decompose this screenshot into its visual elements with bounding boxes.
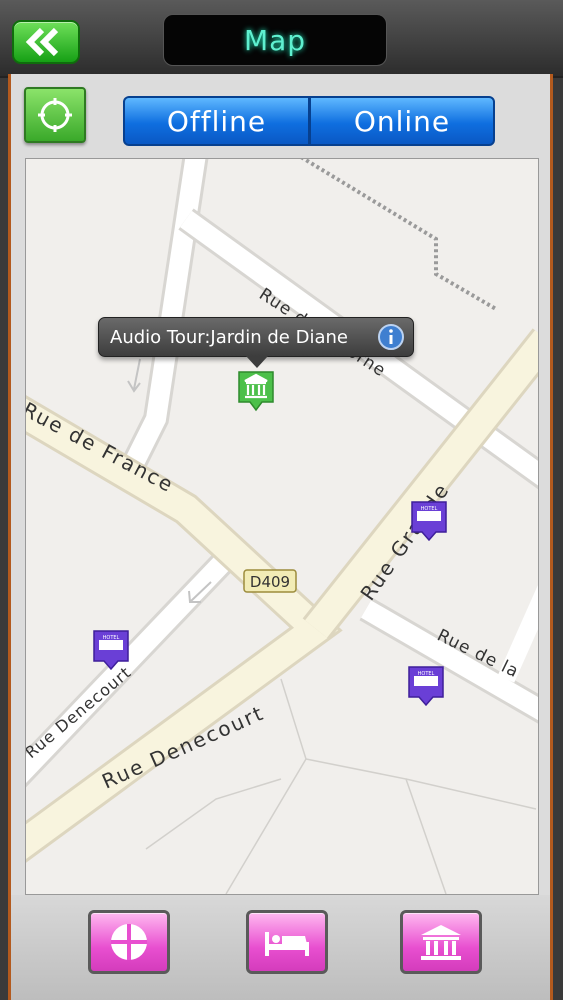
back-button[interactable] (12, 20, 80, 64)
double-chevron-left-icon (25, 27, 59, 57)
hotels-button[interactable] (246, 910, 328, 974)
compass-icon (111, 924, 147, 960)
street-label-rue-denecourt-minor: Rue Denecourt (26, 663, 135, 763)
map-outline (405, 778, 537, 810)
crosshair-icon (38, 98, 72, 132)
online-tab[interactable]: Online (309, 96, 495, 146)
map-view[interactable]: Rue de France Rue Denecourt Rue Denecour… (25, 158, 539, 895)
museum-icon (421, 925, 461, 960)
offline-tab[interactable]: Offline (123, 96, 310, 146)
compass-button[interactable] (88, 910, 170, 974)
museum-marker[interactable] (238, 371, 274, 412)
museums-button[interactable] (400, 910, 482, 974)
hotel-icon (99, 640, 123, 650)
map-outline (305, 758, 447, 894)
map-canvas[interactable]: Rue de France Rue Denecourt Rue Denecour… (26, 159, 538, 894)
bed-icon (265, 932, 309, 956)
hotel-icon (414, 676, 438, 686)
oneway-arrow (127, 358, 141, 393)
info-icon[interactable] (377, 323, 405, 351)
map-boundary (300, 159, 498, 311)
page-title: Map (243, 23, 307, 57)
marker-callout[interactable]: Audio Tour:Jardin de Diane (98, 317, 414, 368)
svg-text:HOTEL: HOTEL (418, 671, 435, 677)
page-title-box: Map (163, 14, 387, 66)
road-shield-label: D409 (250, 573, 290, 591)
header-bar: Map (0, 0, 563, 78)
svg-text:HOTEL: HOTEL (421, 506, 438, 512)
locate-button[interactable] (24, 87, 86, 143)
hotel-marker[interactable]: HOTEL (408, 666, 444, 707)
callout-title: Audio Tour:Jardin de Diane (110, 326, 348, 348)
svg-text:HOTEL: HOTEL (103, 635, 120, 641)
map-outline (145, 778, 282, 850)
hotel-icon (417, 511, 441, 521)
